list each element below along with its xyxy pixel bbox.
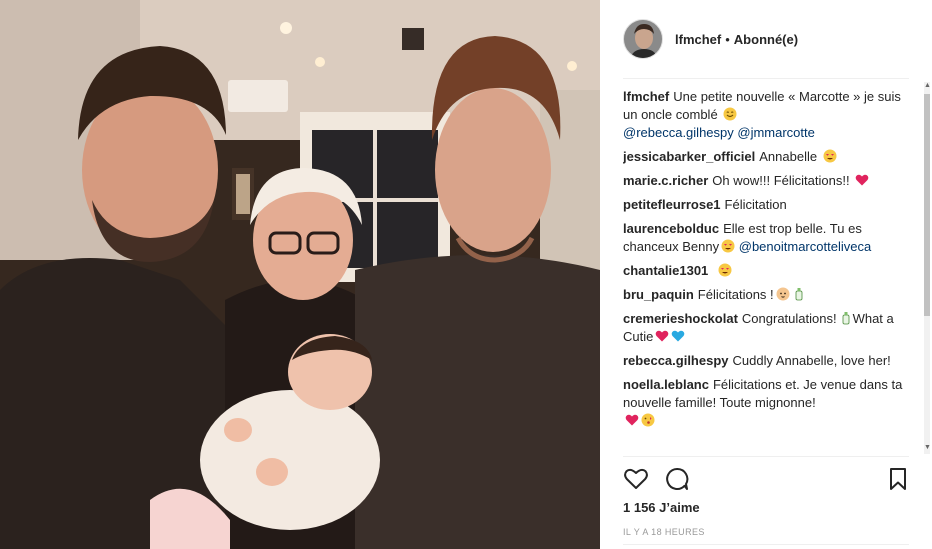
heart-eyes-icon bbox=[823, 149, 837, 163]
comment-username[interactable]: noella.leblanc bbox=[623, 377, 709, 392]
divider bbox=[623, 78, 909, 79]
comment-item: marie.c.richer Oh wow!!! Félicitations!! bbox=[623, 172, 923, 190]
comment-username[interactable]: laurencebolduc bbox=[623, 221, 719, 236]
comment-username[interactable]: chantalie1301 bbox=[623, 263, 708, 278]
caption-comment: lfmchef Une petite nouvelle « Marcotte » … bbox=[623, 88, 923, 142]
comment-list[interactable]: lfmchef Une petite nouvelle « Marcotte » … bbox=[623, 88, 923, 454]
comment-text: Cuddly Annabelle, love her! bbox=[732, 353, 891, 368]
red-heart-icon bbox=[855, 174, 869, 186]
red-heart-icon bbox=[625, 414, 639, 426]
comment-item: jessicabarker_officiel Annabelle bbox=[623, 148, 923, 166]
header-separator: • bbox=[725, 31, 730, 47]
comment-item: bru_paquin Félicitations ! bbox=[623, 286, 923, 304]
comment-username[interactable]: lfmchef bbox=[623, 89, 669, 104]
heart-eyes-icon bbox=[721, 239, 735, 253]
scrollbar-thumb[interactable] bbox=[924, 94, 930, 316]
comment-username[interactable]: petitefleurrose1 bbox=[623, 197, 721, 212]
comment-username[interactable]: rebecca.gilhespy bbox=[623, 353, 729, 368]
post-actions bbox=[623, 466, 909, 492]
baby-bottle-icon bbox=[842, 312, 849, 325]
photo-illustration bbox=[0, 0, 600, 549]
comment-mentions[interactable]: @benoitmarcotteliveca bbox=[739, 239, 871, 254]
follow-status-button[interactable]: Abonné(e) bbox=[734, 32, 798, 47]
divider bbox=[623, 456, 909, 457]
heart-outline-icon[interactable] bbox=[623, 466, 649, 492]
comment-username[interactable]: marie.c.richer bbox=[623, 173, 708, 188]
comment-username[interactable]: bru_paquin bbox=[623, 287, 694, 302]
post-sidebar: lfmchef • Abonné(e) lfmchef Une petite no… bbox=[600, 0, 932, 549]
comment-bubble-icon[interactable] bbox=[664, 466, 690, 492]
comment-text: Oh wow!!! Félicitations!! bbox=[712, 173, 850, 188]
heart-eyes-icon bbox=[718, 263, 732, 277]
comment-item: rebecca.gilhespy Cuddly Annabelle, love h… bbox=[623, 352, 923, 370]
smiling-face-icon bbox=[723, 107, 737, 121]
bookmark-icon[interactable] bbox=[885, 466, 911, 492]
comment-scrollbar[interactable]: ▲ ▼ bbox=[922, 82, 931, 454]
baby-bottle-icon bbox=[795, 288, 803, 301]
comment-username[interactable]: cremerieshockolat bbox=[623, 311, 738, 326]
comment-item: cremerieshockolat Congratulations! What a … bbox=[623, 310, 923, 346]
comment-item: petitefleurrose1 Félicitation bbox=[623, 196, 923, 214]
scroll-down-arrow-icon[interactable]: ▼ bbox=[924, 444, 931, 452]
post-header: lfmchef • Abonné(e) bbox=[600, 0, 932, 78]
comment-item: chantalie1301 bbox=[623, 262, 923, 280]
comment-text: Félicitations ! bbox=[697, 287, 774, 302]
avatar[interactable] bbox=[623, 19, 663, 59]
comment-text: Félicitation bbox=[724, 197, 787, 212]
avatar-image bbox=[624, 20, 662, 58]
blue-heart-icon bbox=[672, 330, 685, 342]
scroll-up-arrow-icon[interactable]: ▲ bbox=[924, 82, 931, 90]
comment-mentions[interactable]: @rebecca.gilhespy @jmmarcotte bbox=[623, 125, 815, 140]
post-photo[interactable] bbox=[0, 0, 600, 549]
comment-item: laurencebolduc Elle est trop belle. Tu es… bbox=[623, 220, 923, 256]
divider bbox=[623, 544, 909, 545]
header-username[interactable]: lfmchef bbox=[675, 32, 721, 47]
comment-text: Annabelle bbox=[759, 149, 818, 164]
comment-username[interactable]: jessicabarker_officiel bbox=[623, 149, 755, 164]
comment-item: noella.leblanc Félicitations et. Je venue… bbox=[623, 376, 923, 430]
kissing-face-icon bbox=[641, 413, 655, 427]
baby-face-icon bbox=[776, 287, 790, 301]
comment-text: Congratulations! bbox=[741, 311, 837, 326]
red-heart-icon bbox=[656, 330, 669, 342]
post-timestamp[interactable]: IL Y A 18 HEURES bbox=[623, 527, 705, 537]
likes-count[interactable]: 1 156 J’aime bbox=[623, 500, 700, 515]
